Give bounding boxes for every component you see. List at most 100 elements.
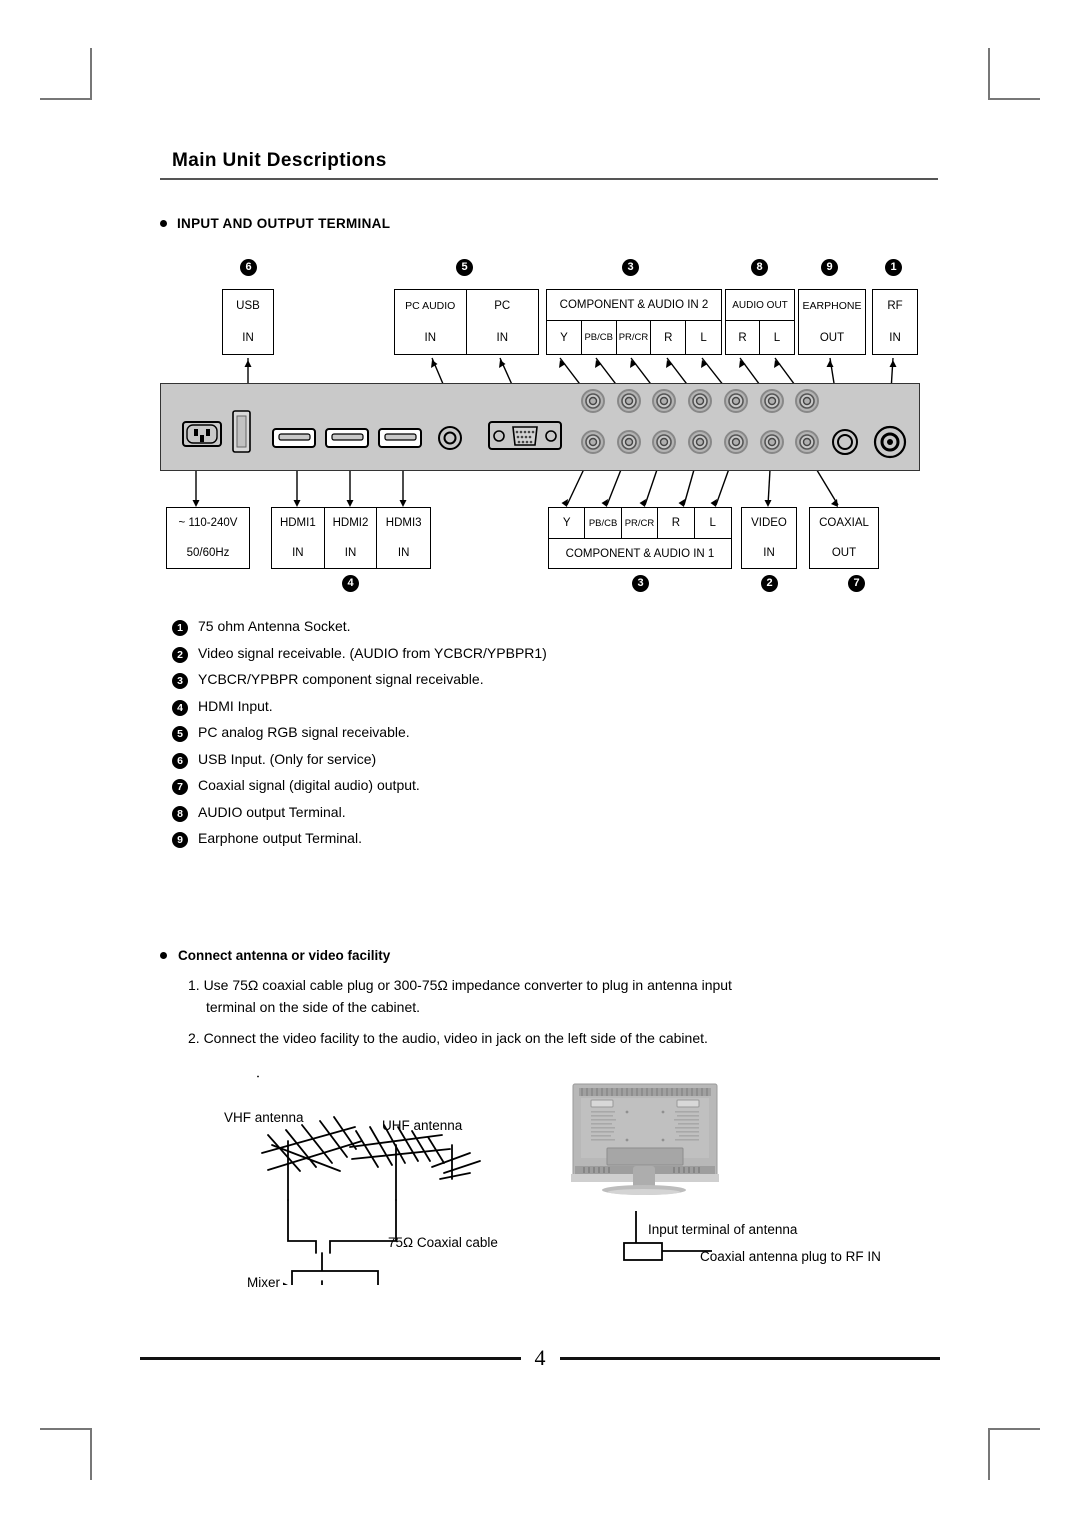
legend-text-1: 75 ohm Antenna Socket. — [198, 618, 351, 634]
label-earphone-line2: OUT — [819, 332, 845, 344]
legend-marker-2: 2 — [172, 646, 188, 663]
label-hdmi1: HDMI1 — [279, 517, 316, 529]
rf-coaxial-connector — [873, 425, 907, 459]
rear-panel-body — [160, 383, 920, 471]
legend-marker-7: 7 — [172, 779, 188, 795]
label-audio-out-title: AUDIO OUT — [732, 299, 788, 311]
legend-text-6: USB Input. (Only for service) — [198, 750, 377, 767]
connect-step-1: 1. Use 75Ω coaxial cable plug or 300-75Ω… — [188, 977, 732, 993]
legend-marker-1: 1 — [172, 620, 188, 636]
list-item: 9 Earphone output Terminal. — [172, 830, 932, 848]
rca-jacks-top-row — [581, 389, 819, 413]
label-coaxial-line2: OUT — [831, 547, 857, 559]
tv-rear-illustration — [565, 1082, 725, 1200]
label-hdmi2: HDMI2 — [332, 517, 369, 529]
legend-text-8: AUDIO output Terminal. — [198, 803, 346, 820]
label-component1-cell-pbcb: PB/CB — [585, 508, 622, 538]
connect-heading: Connect antenna or video facility — [160, 948, 960, 963]
label-box-power: ~ 110-240V 50/60Hz — [166, 507, 250, 569]
callout-marker-4-bottom: 4 — [342, 575, 359, 592]
earphone-jack — [832, 429, 858, 455]
label-audio-out-cell-r: R — [726, 321, 760, 354]
label-box-hdmi2: HDMI2 IN — [325, 508, 378, 568]
uhf-antenna-glyph — [349, 1124, 481, 1201]
label-component2-cell-pbcb: PB/CB — [582, 321, 617, 354]
vhf-antenna-label: VHF antenna — [224, 1110, 304, 1125]
callout-marker-5-top: 5 — [456, 259, 473, 276]
label-component2-cell-r: R — [651, 321, 687, 354]
label-box-pc-audio: PC AUDIO IN — [395, 290, 467, 354]
label-usb-line2: IN — [242, 332, 254, 344]
terminal-legend-list: 1 75 ohm Antenna Socket. 2 Video signal … — [172, 618, 932, 857]
callout-marker-3-bottom: 3 — [632, 575, 649, 592]
vga-port — [488, 421, 562, 450]
coaxial-plug-label: Coaxial antenna plug to RF IN — [700, 1249, 881, 1264]
crop-mark-bottom-right — [988, 1428, 1040, 1480]
bullet-icon — [160, 952, 167, 959]
label-component1-title: COMPONENT & AUDIO IN 1 — [565, 547, 715, 560]
vhf-antenna-glyph — [261, 1116, 363, 1201]
pc-audio-jack — [438, 426, 462, 450]
manual-page: Main Unit Descriptions INPUT AND OUTPUT … — [0, 0, 1080, 1528]
label-component2-cell-prcr: PR/CR — [617, 321, 652, 354]
callout-marker-1-top: 1 — [885, 259, 902, 276]
list-item: 5 PC analog RGB signal receivable. — [172, 724, 932, 742]
legend-text-9: Earphone output Terminal. — [198, 830, 362, 846]
callout-marker-9-top: 9 — [821, 259, 838, 276]
label-box-audio-out: AUDIO OUT R L — [725, 289, 795, 355]
label-box-pc: PC IN — [467, 290, 539, 354]
legend-text-3: YCBCR/YPBPR component signal receivable. — [198, 671, 484, 687]
label-earphone-line1: EARPHONE — [802, 300, 862, 312]
list-item: 3 YCBCR/YPBPR component signal receivabl… — [172, 671, 932, 689]
list-item: 7 Coaxial signal (digital audio) output. — [172, 777, 932, 795]
callout-marker-3-top: 3 — [622, 259, 639, 276]
label-component2-cell-y: Y — [547, 321, 582, 354]
rca-jacks-bottom-row — [581, 430, 819, 454]
ac-power-inlet — [182, 421, 222, 447]
uhf-antenna-label: UHF antenna — [382, 1118, 463, 1133]
label-box-hdmi-group: HDMI1 IN HDMI2 IN HDMI3 IN — [271, 507, 431, 569]
page-footer: 4 — [140, 1345, 940, 1371]
label-rf-line2: IN — [889, 332, 901, 344]
callout-marker-2-bottom: 2 — [761, 575, 778, 592]
label-component1-cell-r: R — [658, 508, 695, 538]
label-pc-audio-line1: PC AUDIO — [405, 300, 456, 312]
legend-marker-6: 6 — [172, 752, 188, 769]
callout-marker-6-top: 6 — [240, 259, 257, 276]
label-box-video: VIDEO IN — [741, 507, 797, 569]
leader-lines — [192, 357, 897, 507]
list-item: 4 HDMI Input. — [172, 698, 932, 716]
label-pc-line2: IN — [496, 332, 509, 344]
label-component1-cell-y: Y — [549, 508, 586, 538]
label-box-hdmi3: HDMI3 IN — [377, 508, 430, 568]
connect-step-1-cont: terminal on the side of the cabinet. — [206, 998, 421, 1015]
label-hdmi2-sub: IN — [344, 547, 357, 559]
label-box-component-audio-in-2: COMPONENT & AUDIO IN 2 Y PB/CB PR/CR R L — [546, 289, 722, 355]
connect-step-2: 2. Connect the video facility to the aud… — [188, 1030, 708, 1047]
label-box-component-audio-in-1: Y PB/CB PR/CR R L COMPONENT & AUDIO IN 1 — [548, 507, 732, 569]
page-number: 4 — [534, 1345, 546, 1370]
list-item: 1 75 ohm Antenna Socket. — [172, 618, 932, 636]
legend-text-7: Coaxial signal (digital audio) output. — [198, 777, 420, 793]
label-hdmi3-sub: IN — [397, 547, 410, 559]
label-usb-line1: USB — [236, 300, 260, 312]
input-terminal-label: Input terminal of antenna — [648, 1222, 798, 1237]
label-hdmi1-sub: IN — [292, 547, 304, 559]
label-video-line2: IN — [763, 547, 775, 559]
label-power-line1: ~ 110-240V — [178, 517, 238, 529]
label-box-earphone: EARPHONE OUT — [798, 289, 866, 355]
footer-rule-right — [559, 1356, 940, 1360]
label-power-line2: 50/60Hz — [186, 547, 230, 559]
list-item: 2 Video signal receivable. (AUDIO from Y… — [172, 645, 932, 663]
coaxial-cable-label: 75Ω Coaxial cable — [388, 1235, 498, 1250]
label-coaxial-line1: COAXIAL — [819, 517, 869, 529]
label-box-usb: USB IN — [222, 289, 274, 355]
crop-mark-bottom-left — [40, 1428, 92, 1480]
legend-marker-5: 5 — [172, 726, 188, 742]
mixer-label: Mixer — [247, 1275, 280, 1290]
legend-marker-9: 9 — [172, 832, 188, 848]
rear-panel-diagram: 6 5 3 8 9 1 USB IN PC AUDIO IN PC IN COM… — [0, 0, 1080, 600]
label-hdmi3: HDMI3 — [385, 517, 422, 529]
label-video-line1: VIDEO — [751, 517, 787, 529]
callout-marker-8-top: 8 — [751, 259, 768, 276]
